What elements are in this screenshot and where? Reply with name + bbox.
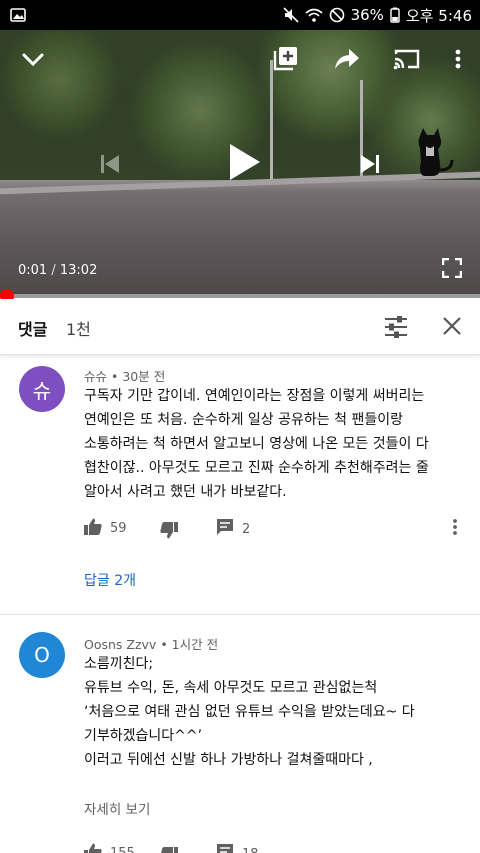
wifi-icon [305,7,323,23]
comment-text: 구독자 기만 갑이네. 연예인이라는 장점을 이렇게 써버리는 연예인은 또 처… [84,388,429,500]
dislike-button[interactable] [160,847,178,853]
reply-count: 18 [242,847,259,853]
avatar[interactable]: 슈 [19,366,65,412]
comment-icon [216,843,234,853]
clock: 오후 5:46 [405,6,472,25]
dnd-icon [329,7,345,23]
duration: 13:02 [59,263,98,278]
comment-author[interactable]: Oosns Zzvv [84,637,156,652]
next-icon[interactable] [356,150,384,178]
view-replies-link[interactable]: 답글 2개 [84,570,136,590]
dislike-button[interactable] [160,522,178,543]
mute-icon [283,7,299,23]
status-bar: 36% 오후 5:46 [0,0,480,30]
reply-button[interactable]: 2 [216,518,250,540]
battery-percent: 36% [350,6,384,24]
read-more-link[interactable]: 자세히 보기 [84,798,150,818]
like-count: 59 [110,521,127,536]
seek-bar[interactable] [0,289,480,303]
comment-meta: 슈슈 • 30분 전 [84,366,165,385]
image-icon [10,7,26,27]
meta-dot: • [160,637,172,652]
like-count: 155 [110,846,135,853]
sort-filter-icon[interactable] [384,315,408,342]
thumb-up-icon [84,843,102,853]
reply-button[interactable]: 18 [216,843,259,853]
comment-meta: Oosns Zzvv • 1시간 전 [84,634,218,653]
more-vert-icon[interactable] [448,46,468,72]
chevron-down-icon[interactable] [18,48,48,72]
thumb-down-icon [160,522,178,543]
cast-icon[interactable] [392,46,422,72]
like-button[interactable]: 59 [84,518,127,539]
like-button[interactable]: 155 [84,843,135,853]
play-icon[interactable] [222,140,266,184]
comment-item: 슈 슈슈 • 30분 전 구독자 기만 갑이네. 연예인이라는 장점을 이렇게 … [0,356,480,614]
battery-icon [390,7,400,23]
comment-actions: 155 18 [84,843,480,853]
share-icon[interactable] [333,46,361,72]
meta-dot: • [111,369,123,384]
comment-more-icon[interactable] [452,518,458,536]
fullscreen-icon[interactable] [440,256,464,280]
comment-text: 소름끼친다; 유튜브 수익, 돈, 속세 아무것도 모르고 관심없는척 ‘처음으… [84,656,415,768]
thumb-up-icon [84,518,102,539]
close-icon[interactable] [442,316,462,340]
comment-item: O Oosns Zzvv • 1시간 전 소름끼친다; 유튜브 수익, 돈, 속… [0,615,480,853]
video-player[interactable]: 0:01 / 13:02 [0,30,480,296]
current-time: 0:01 [18,263,48,278]
previous-icon [96,150,124,178]
comment-time: 30분 전 [122,369,166,384]
comment-actions: 59 2 [84,518,480,544]
time-separator: / [51,263,56,278]
comments-title: 댓글 [18,320,48,339]
comment-time: 1시간 전 [171,637,219,652]
comments-header: 댓글 1천 [0,299,480,355]
avatar[interactable]: O [19,632,65,678]
comment-icon [216,518,234,540]
comments-count: 1천 [66,320,91,339]
reply-count: 2 [242,521,251,537]
add-to-playlist-icon[interactable] [272,44,300,72]
playback-time: 0:01 / 13:02 [18,263,97,278]
thumb-down-icon [160,847,178,853]
comment-author[interactable]: 슈슈 [84,369,107,384]
